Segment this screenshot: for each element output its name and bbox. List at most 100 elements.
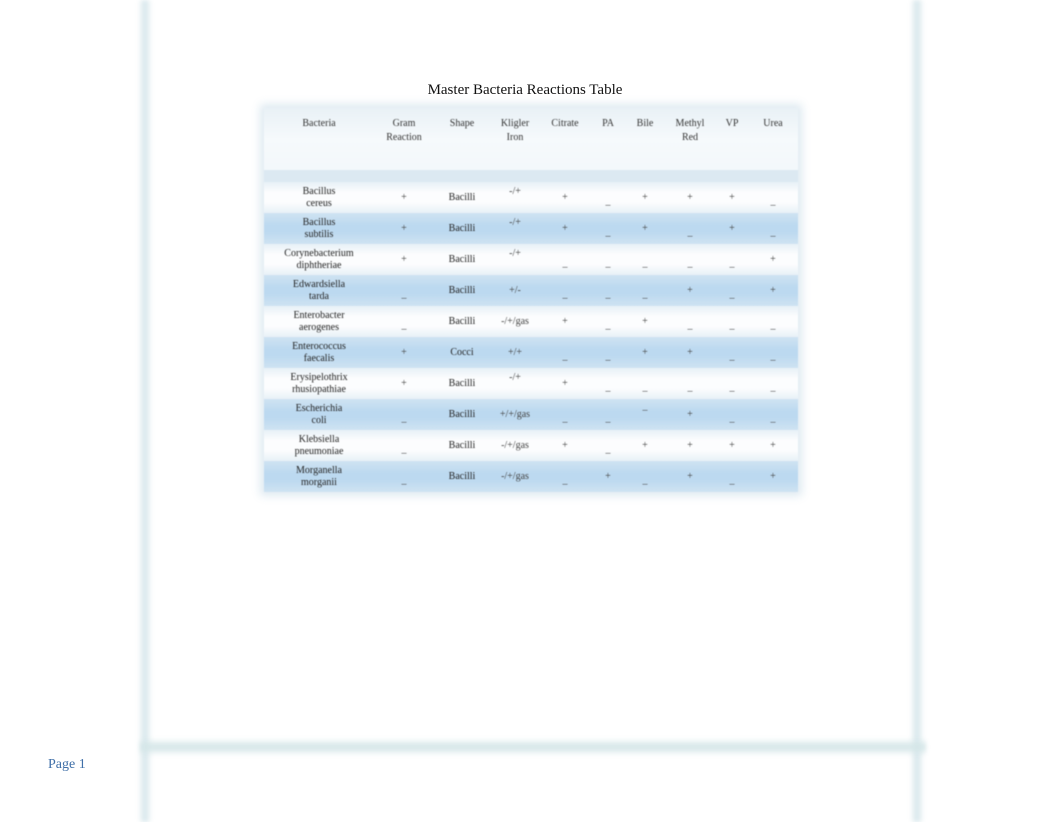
cell-value: Bacilli — [448, 222, 476, 234]
cell-kligler: -/+/gas — [490, 306, 540, 337]
cell-value: + — [605, 470, 611, 482]
cell-value: + — [770, 253, 776, 265]
cell-citrate: + — [540, 306, 590, 337]
page-frame-left-border — [138, 0, 152, 822]
cell-value: _ — [770, 350, 776, 362]
column-header-vp: VP — [716, 108, 748, 170]
column-header-bacteria: Bacteria — [264, 108, 374, 170]
cell-gram: _ — [374, 461, 434, 492]
cell-value: + — [401, 253, 407, 265]
cell-value: _ — [729, 474, 735, 486]
cell-value: + — [687, 191, 693, 203]
cell-value: _ — [605, 350, 611, 362]
cell-value: _ — [605, 319, 611, 331]
bacteria-name-text: aerogenes — [299, 321, 339, 333]
cell-citrate: _ — [540, 244, 590, 275]
cell-value: -/+ — [509, 371, 521, 383]
cell-value: _ — [562, 350, 568, 362]
bacteria-name-cell: Corynebacterium diphtheriae — [264, 244, 374, 275]
column-header-urea: Urea — [748, 108, 798, 170]
bacteria-name-text: morganii — [301, 476, 337, 488]
cell-value: + — [687, 408, 693, 420]
cell-value: _ — [401, 443, 407, 455]
cell-methyl-red: + — [664, 275, 716, 306]
bacteria-name-cell: Enterococcus faecalis — [264, 337, 374, 368]
bacteria-name-cell: Edwardsiella tarda — [264, 275, 374, 306]
cell-value: _ — [770, 195, 776, 207]
cell-value: _ — [562, 412, 568, 424]
column-header-text: Urea — [763, 118, 783, 129]
cell-citrate: + — [540, 430, 590, 461]
cell-vp: _ — [716, 337, 748, 368]
cell-bile: + — [626, 430, 664, 461]
cell-kligler: +/+ — [490, 337, 540, 368]
cell-methyl-red: _ — [664, 244, 716, 275]
cell-value: _ — [605, 412, 611, 424]
cell-value: +/- — [509, 284, 521, 296]
cell-value: + — [642, 191, 648, 203]
cell-methyl-red: + — [664, 430, 716, 461]
cell-gram: _ — [374, 275, 434, 306]
cell-value: + — [729, 191, 735, 203]
cell-pa: _ — [590, 275, 626, 306]
cell-vp: _ — [716, 275, 748, 306]
column-header-text: Bacteria — [302, 118, 336, 129]
cell-value: Bacilli — [448, 253, 476, 265]
cell-value: Bacilli — [448, 470, 476, 482]
cell-citrate: + — [540, 213, 590, 244]
bacteria-name-cell: Escherichia coli — [264, 399, 374, 430]
cell-urea: + — [748, 430, 798, 461]
table-row: Erysipelothrix rhusiopathiae + Bacilli -/+ + _… — [264, 368, 798, 399]
cell-pa: _ — [590, 306, 626, 337]
bacteria-name-text: Enterobacter — [293, 309, 345, 321]
cell-value: _ — [605, 381, 611, 393]
cell-methyl-red: + — [664, 337, 716, 368]
bacteria-name-cell: Bacillus subtilis — [264, 213, 374, 244]
page-number: Page 1 — [48, 757, 86, 772]
cell-value: +/+ — [507, 346, 523, 358]
cell-value: + — [401, 191, 407, 203]
column-header-gram-reaction: Gram Reaction — [374, 108, 434, 170]
cell-bile: + — [626, 182, 664, 213]
cell-value: + — [687, 284, 693, 296]
cell-value: _ — [729, 412, 735, 424]
cell-value: _ — [562, 288, 568, 300]
cell-vp: _ — [716, 244, 748, 275]
cell-urea: _ — [748, 213, 798, 244]
cell-vp: + — [716, 430, 748, 461]
cell-value: _ — [770, 226, 776, 238]
cell-value: + — [562, 315, 568, 327]
table-row: Bacillus cereus + Bacilli -/+ + _ + + + _ — [264, 182, 798, 213]
cell-value: _ — [770, 381, 776, 393]
column-header-citrate: Citrate — [540, 108, 590, 170]
cell-urea: + — [748, 275, 798, 306]
bacteria-name-cell: Erysipelothrix rhusiopathiae — [264, 368, 374, 399]
cell-value: _ — [605, 257, 611, 269]
cell-shape: Bacilli — [434, 182, 490, 213]
cell-value: _ — [687, 381, 693, 393]
table-row: Escherichia coli _ Bacilli +/+/gas _ _ – + _ _ — [264, 399, 798, 430]
bacteria-reactions-table: Bacteria Gram Reaction Shape Kligler Iron Citr… — [264, 108, 798, 492]
column-header-text: Kligler — [500, 118, 530, 129]
cell-value: + — [770, 284, 776, 296]
cell-value: -/+/gas — [501, 315, 529, 327]
column-header-text: Shape — [449, 118, 475, 129]
bacteria-name-text: Escherichia — [295, 402, 343, 414]
cell-vp: _ — [716, 306, 748, 337]
bacteria-name-text: Enterococcus — [292, 340, 346, 352]
cell-shape: Bacilli — [434, 275, 490, 306]
cell-pa: _ — [590, 182, 626, 213]
cell-value: Bacilli — [448, 315, 476, 327]
cell-pa: _ — [590, 368, 626, 399]
cell-citrate: + — [540, 368, 590, 399]
cell-bile: + — [626, 213, 664, 244]
cell-value: + — [687, 439, 693, 451]
cell-bile: – — [626, 399, 664, 430]
cell-citrate: + — [540, 182, 590, 213]
cell-pa: _ — [590, 399, 626, 430]
cell-gram: _ — [374, 430, 434, 461]
cell-methyl-red: _ — [664, 213, 716, 244]
column-header-text: Red — [681, 132, 699, 143]
bacteria-reactions-table-container: Bacteria Gram Reaction Shape Kligler Iron Citr… — [264, 108, 798, 492]
column-header-text: Bile — [636, 118, 654, 129]
